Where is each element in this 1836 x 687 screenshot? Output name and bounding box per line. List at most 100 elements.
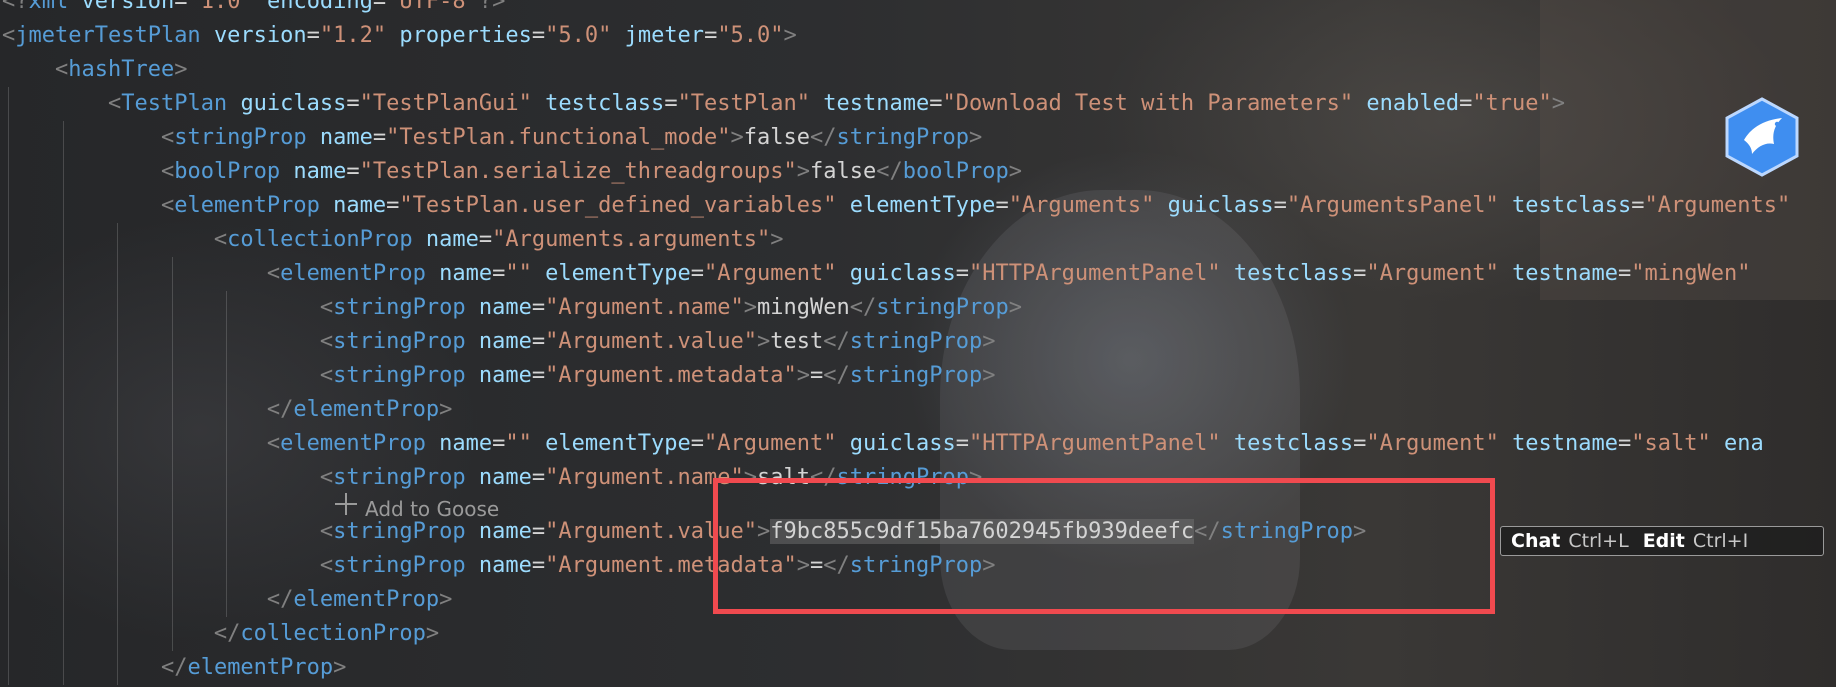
text-token: = <box>955 431 969 456</box>
code-line[interactable]: <stringProp name="Argument.value">test</… <box>2 325 996 359</box>
code-line[interactable]: <elementProp name="TestPlan.user_defined… <box>2 189 1790 223</box>
punctuation-token: < <box>319 363 334 388</box>
string-token: "1.2" <box>319 23 387 48</box>
code-line[interactable]: </elementProp> <box>2 651 346 685</box>
attribute-token: name <box>478 465 532 490</box>
code-line[interactable]: </elementProp> <box>2 393 452 427</box>
punctuation-token: </ <box>823 329 850 354</box>
code-line[interactable]: <stringProp name="TestPlan.functional_mo… <box>2 121 982 155</box>
punctuation-token: < <box>107 91 122 116</box>
text-token: = <box>531 23 546 48</box>
punctuation-token: > <box>1551 91 1566 116</box>
tag-token: elementProp <box>280 431 426 456</box>
punctuation-token: > <box>730 125 744 150</box>
punctuation-token: > <box>783 23 797 48</box>
attribute-token: guiclass <box>849 261 956 286</box>
tag-token: boolProp <box>902 159 1009 184</box>
string-token: "Download Test with Parameters" <box>942 91 1354 116</box>
attribute-token: testclass <box>1233 261 1354 286</box>
punctuation-token: > <box>439 397 453 422</box>
text-token: = <box>810 363 824 388</box>
attribute-token: testname <box>1512 261 1619 286</box>
tag-token: elementProp <box>293 587 440 612</box>
attribute-token: name <box>439 431 493 456</box>
text-token: = <box>492 261 506 286</box>
punctuation-token: <? <box>2 0 29 14</box>
string-token: "5.0" <box>545 23 612 48</box>
string-token: "TestPlan.serialize_threadgroups" <box>359 159 797 184</box>
code-line[interactable]: <?xml version="1.0" encoding="UTF-8"?> <box>2 0 505 19</box>
punctuation-token: > <box>982 363 996 388</box>
string-token: "salt" <box>1631 431 1711 456</box>
inline-chat-hint[interactable]: Chat Ctrl+L Edit Ctrl+I <box>1500 526 1824 556</box>
string-token: "true" <box>1472 91 1552 116</box>
code-line[interactable]: <elementProp name="" elementType="Argume… <box>2 257 1764 291</box>
tag-token: stringProp <box>333 295 466 320</box>
tag-token: stringProp <box>836 125 969 150</box>
attribute-token: guiclass <box>849 431 956 456</box>
text-token: mingWen <box>757 295 850 320</box>
punctuation-token: < <box>319 553 334 578</box>
attribute-token: guiclass <box>1167 193 1274 218</box>
code-line[interactable]: <hashTree> <box>2 53 187 87</box>
code-line[interactable]: <collectionProp name="Arguments.argument… <box>2 223 784 257</box>
punctuation-token: > <box>425 621 440 646</box>
code-line[interactable]: <boolProp name="TestPlan.serialize_threa… <box>2 155 1022 189</box>
text-token: test <box>770 329 824 354</box>
text-token: = <box>664 91 678 116</box>
text-token: = <box>1618 431 1632 456</box>
string-token: "mingWen" <box>1631 261 1751 286</box>
bird-logo-icon[interactable] <box>1722 96 1802 178</box>
string-token: "5.0" <box>717 23 784 48</box>
add-to-goose-codelens[interactable]: Add to Goose <box>333 492 499 526</box>
add-to-goose-label: Add to Goose <box>365 497 500 521</box>
tag-token: elementProp <box>280 261 426 286</box>
code-line[interactable]: </collectionProp> <box>2 617 439 651</box>
code-line[interactable]: <TestPlan guiclass="TestPlanGui" testcla… <box>2 87 1565 121</box>
attribute-token: elementType <box>849 193 996 218</box>
text-token: = <box>955 261 969 286</box>
punctuation-token: > <box>1008 295 1022 320</box>
code-line[interactable]: <elementProp name="" elementType="Argume… <box>2 427 1764 461</box>
edit-button[interactable]: Edit <box>1643 530 1685 552</box>
attribute-token: elementType <box>545 261 691 286</box>
tag-token: stringProp <box>333 329 466 354</box>
attribute-token: testclass <box>1233 431 1354 456</box>
tag-token: elementProp <box>187 655 334 680</box>
string-token: "" <box>505 431 532 456</box>
punctuation-token: < <box>213 227 228 252</box>
string-token: "HTTPArgumentPanel" <box>968 261 1221 286</box>
code-line[interactable]: <stringProp name="Argument.name">mingWen… <box>2 291 1022 325</box>
tag-token: stringProp <box>333 465 466 490</box>
string-token: "TestPlan" <box>677 91 811 116</box>
text-token: = <box>372 125 387 150</box>
attribute-token: encoding <box>266 0 373 14</box>
text-token: = <box>531 519 546 544</box>
punctuation-token: </ <box>849 295 877 320</box>
code-line[interactable]: <stringProp name="Argument.metadata">=</… <box>2 359 996 393</box>
code-line[interactable]: <jmeterTestPlan version="1.2" properties… <box>2 19 797 53</box>
code-line[interactable]: </elementProp> <box>2 583 452 617</box>
text-token: = <box>1353 431 1367 456</box>
string-token: "" <box>505 261 532 286</box>
chat-button[interactable]: Chat <box>1511 530 1560 552</box>
text-token: = <box>531 363 546 388</box>
